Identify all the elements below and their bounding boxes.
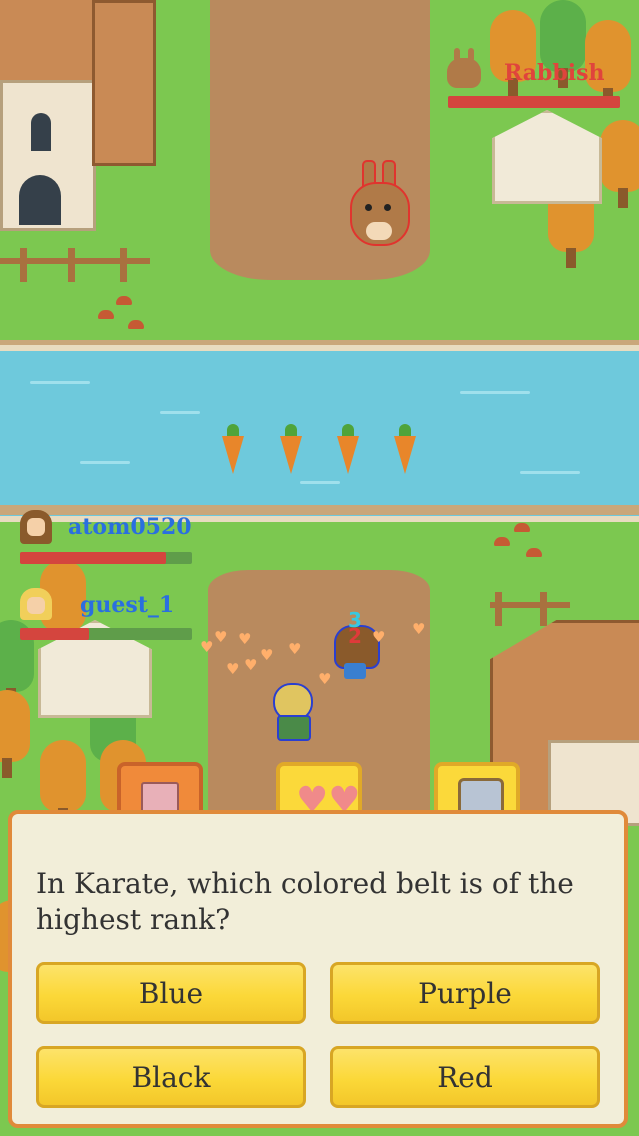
answer-button-purple[interactable]: Purple — [330, 962, 600, 1024]
heart-particle-icon: ♥ — [238, 630, 252, 648]
river — [0, 345, 639, 522]
tree — [490, 10, 536, 100]
mushroom — [98, 310, 114, 319]
player-hp-bar — [20, 552, 192, 564]
player-character-guest_1[interactable] — [271, 683, 313, 741]
player-name: atom0520 — [68, 514, 192, 540]
heart-particle-icon: ♥ — [372, 628, 386, 646]
heart-particle-icon: ♥ — [200, 638, 214, 656]
carrot-icon — [220, 424, 246, 476]
carrot-icon — [335, 424, 361, 476]
heart-particle-icon: ♥ — [260, 646, 274, 664]
mushroom — [494, 537, 510, 546]
heart-particle-icon: ♥ — [226, 660, 240, 678]
heart-particle-icon: ♥ — [318, 670, 332, 688]
player-portrait-icon — [20, 510, 52, 544]
tree — [600, 120, 639, 210]
answer-button-red[interactable]: Red — [330, 1046, 600, 1108]
heart-particle-icon: ♥ — [412, 620, 426, 638]
tree — [0, 690, 30, 780]
player-hp-fill — [20, 552, 167, 564]
rabbit-enemy[interactable] — [350, 160, 410, 254]
fence-bottom-right — [490, 602, 570, 608]
house-wall-top-left — [0, 80, 96, 231]
mushroom — [116, 296, 132, 305]
enemy-hp-fill — [448, 96, 620, 108]
heart-particle-icon: ♥ — [288, 640, 302, 658]
enemy-portrait-icon — [447, 48, 481, 88]
tent-top-right — [492, 110, 602, 204]
heart-particle-icon: ♥ — [214, 628, 228, 646]
player-hp-bar — [20, 628, 192, 640]
player-portrait-icon — [20, 588, 52, 620]
carrot-icon — [278, 424, 304, 476]
player-name: guest_1 — [80, 592, 175, 618]
mushroom — [128, 320, 144, 329]
heart-particle-icon: ♥ — [244, 656, 258, 674]
answer-button-black[interactable]: Black — [36, 1046, 306, 1108]
enemy-name: Rabbish — [504, 60, 605, 86]
mushroom — [514, 523, 530, 532]
enemy-hp-bar — [448, 96, 620, 108]
mushroom — [526, 548, 542, 557]
house-side-roof — [92, 0, 156, 166]
question-text: In Karate, which colored belt is of the … — [36, 867, 574, 936]
carrot-icon — [392, 424, 418, 476]
damage-number: 2 — [348, 624, 362, 648]
answer-button-blue[interactable]: Blue — [36, 962, 306, 1024]
player-hp-fill — [20, 628, 89, 640]
